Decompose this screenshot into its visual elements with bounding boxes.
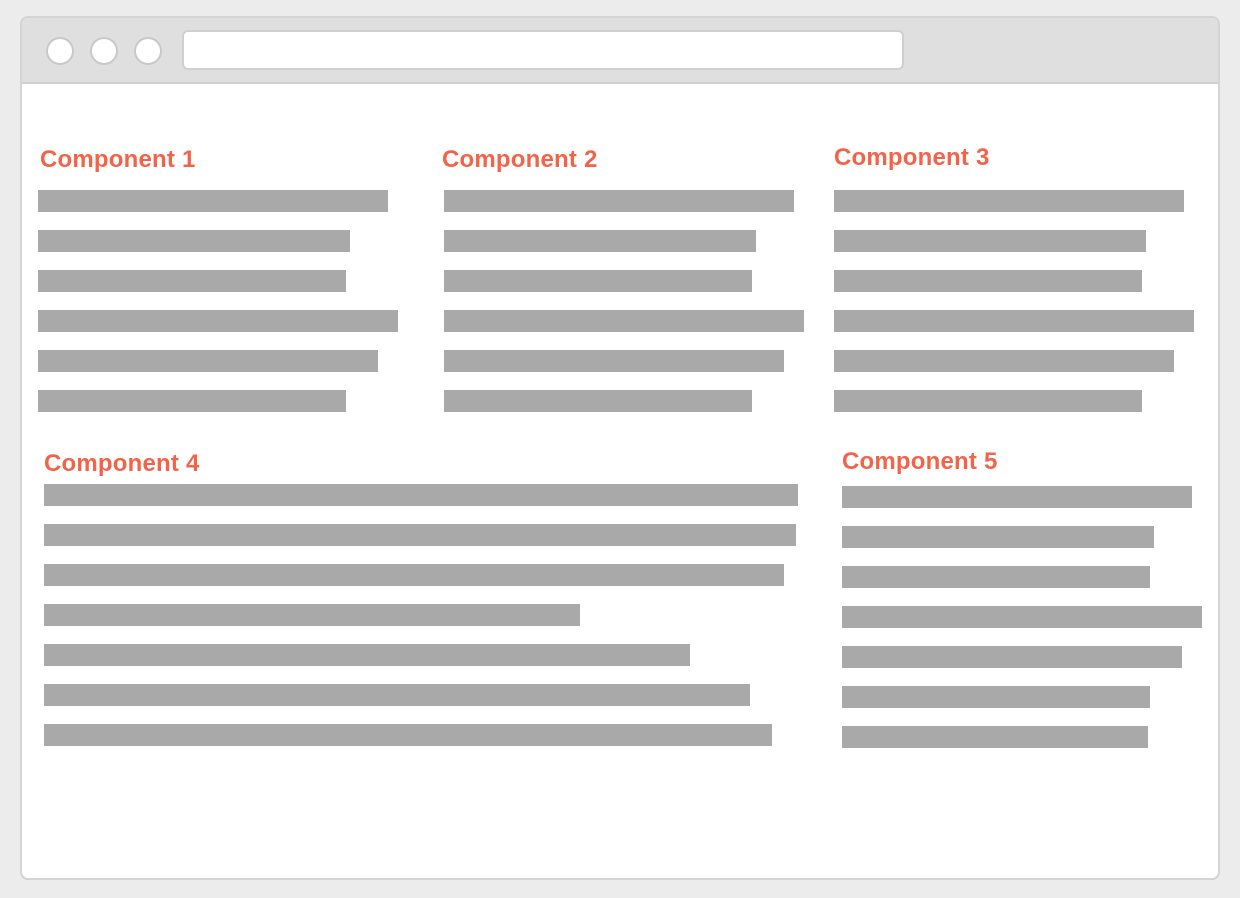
placeholder-line <box>834 350 1174 372</box>
placeholder-line <box>444 310 804 332</box>
placeholder-line <box>444 190 794 212</box>
placeholder-line <box>44 724 772 746</box>
title-bar <box>22 18 1218 84</box>
placeholder-line <box>38 350 378 372</box>
placeholder-line <box>44 484 798 506</box>
placeholder-line <box>44 604 580 626</box>
placeholder-line <box>444 350 784 372</box>
placeholder-line <box>38 390 346 412</box>
placeholder-line <box>842 726 1148 748</box>
placeholder-line <box>444 270 752 292</box>
window-maximize-control[interactable] <box>134 37 162 65</box>
component-4: Component 4 <box>44 450 804 750</box>
placeholder-line <box>834 310 1194 332</box>
window-close-control[interactable] <box>46 37 74 65</box>
placeholder-line <box>842 686 1150 708</box>
placeholder-line <box>444 230 756 252</box>
placeholder-line <box>444 390 752 412</box>
placeholder-line <box>834 190 1184 212</box>
placeholder-line <box>842 486 1192 508</box>
window-minimize-control[interactable] <box>90 37 118 65</box>
component-5-title: Component 5 <box>842 448 998 475</box>
placeholder-line <box>38 270 346 292</box>
placeholder-line <box>38 230 350 252</box>
placeholder-line <box>38 310 398 332</box>
placeholder-line <box>44 644 690 666</box>
placeholder-line <box>842 646 1182 668</box>
component-2: Component 2 <box>442 146 812 416</box>
component-1: Component 1 <box>38 146 420 416</box>
placeholder-line <box>38 190 388 212</box>
placeholder-line <box>842 566 1150 588</box>
component-2-title: Component 2 <box>442 146 598 173</box>
placeholder-line <box>834 230 1146 252</box>
placeholder-line <box>834 390 1142 412</box>
component-1-title: Component 1 <box>40 146 196 173</box>
placeholder-line <box>834 270 1142 292</box>
component-5: Component 5 <box>842 448 1212 754</box>
component-4-title: Component 4 <box>44 450 200 477</box>
placeholder-line <box>842 606 1202 628</box>
component-3-title: Component 3 <box>834 144 990 171</box>
browser-window: Component 1 Component 2 Component 3 Comp… <box>20 16 1220 880</box>
page-content: Component 1 Component 2 Component 3 Comp… <box>22 84 1218 878</box>
placeholder-line <box>44 684 750 706</box>
placeholder-line <box>842 526 1154 548</box>
placeholder-line <box>44 524 796 546</box>
placeholder-line <box>44 564 784 586</box>
address-bar[interactable] <box>182 30 904 70</box>
component-3: Component 3 <box>834 144 1204 416</box>
